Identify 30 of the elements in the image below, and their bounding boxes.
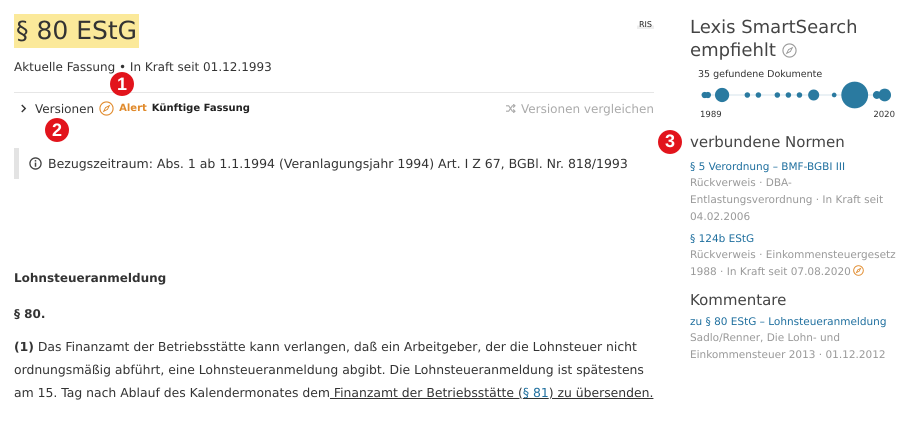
callout-badge: 2: [45, 118, 69, 142]
chevron-icon[interactable]: [20, 104, 27, 113]
note-text: Bezugszeitraum: Abs. 1 ab 1.1.1994 (Veranlagungsjahr 1994) Art. I Z 67, BGBl. Nr. 818/1993: [48, 156, 628, 171]
callout-badge: 1: [110, 72, 134, 96]
related-meta: Rückverweis · DBA-Entlastungsverordnung · In Kraft seit 04.02.2006: [690, 176, 884, 225]
timeline-end-year: 2020: [873, 110, 895, 120]
versions-toggle[interactable]: Versionen: [35, 102, 94, 116]
timeline-start-year: 1989: [700, 110, 722, 120]
alert-label: Alert: [119, 103, 147, 114]
shuffle-icon: [505, 104, 516, 113]
law-link[interactable]: § 81: [522, 385, 549, 400]
sidebar-title: Lexis SmartSearch empfiehlt: [690, 16, 859, 63]
section-number: § 80.: [14, 307, 46, 321]
callout-badge: 3: [658, 130, 682, 154]
document-heading: Lohnsteueranmeldung: [14, 271, 168, 285]
paragraph: (1) Das Finanzamt der Betriebsstätte kann verlangen, daß ein Arbeitgeber, der die Lohnsteuer nicht ordnungsmäßig abführt, eine Lohnsteueranmeldung abgibt. Die Lohnsteueranmeldung ist spätestens am 15. Tag nach Ablauf des Kalendermonates dem Finanzamt der Betriebsstätte (§ 81) zu übersenden.: [14, 338, 654, 402]
future-version-link[interactable]: Künftige Fassung: [152, 103, 250, 114]
section-heading: Kommentare: [690, 290, 786, 309]
related-meta: Rückverweis · Einkommensteuergesetz 1988 · In Kraft seit 07.08.2020: [690, 248, 897, 280]
related-link[interactable]: zu § 80 EStG – Lohnsteueranmeldung: [690, 316, 905, 328]
page-title: § 80 EStG: [14, 14, 140, 48]
info-icon: [29, 157, 42, 170]
timeline-caption: 35 gefundene Dokumente: [698, 68, 824, 80]
source-badge[interactable]: RIS: [637, 20, 654, 29]
compass-icon: [782, 43, 797, 58]
related-link[interactable]: § 5 Verordnung – BMF-BGBI III: [690, 160, 905, 173]
section-heading: verbundene Normen: [690, 132, 845, 151]
compass-icon: [99, 101, 114, 116]
related-meta: Sadlo/Renner, Die Lohn- und Einkommensteuer 2013 · 01.12.2012: [690, 330, 887, 363]
related-link[interactable]: § 124b EStG: [690, 232, 905, 245]
